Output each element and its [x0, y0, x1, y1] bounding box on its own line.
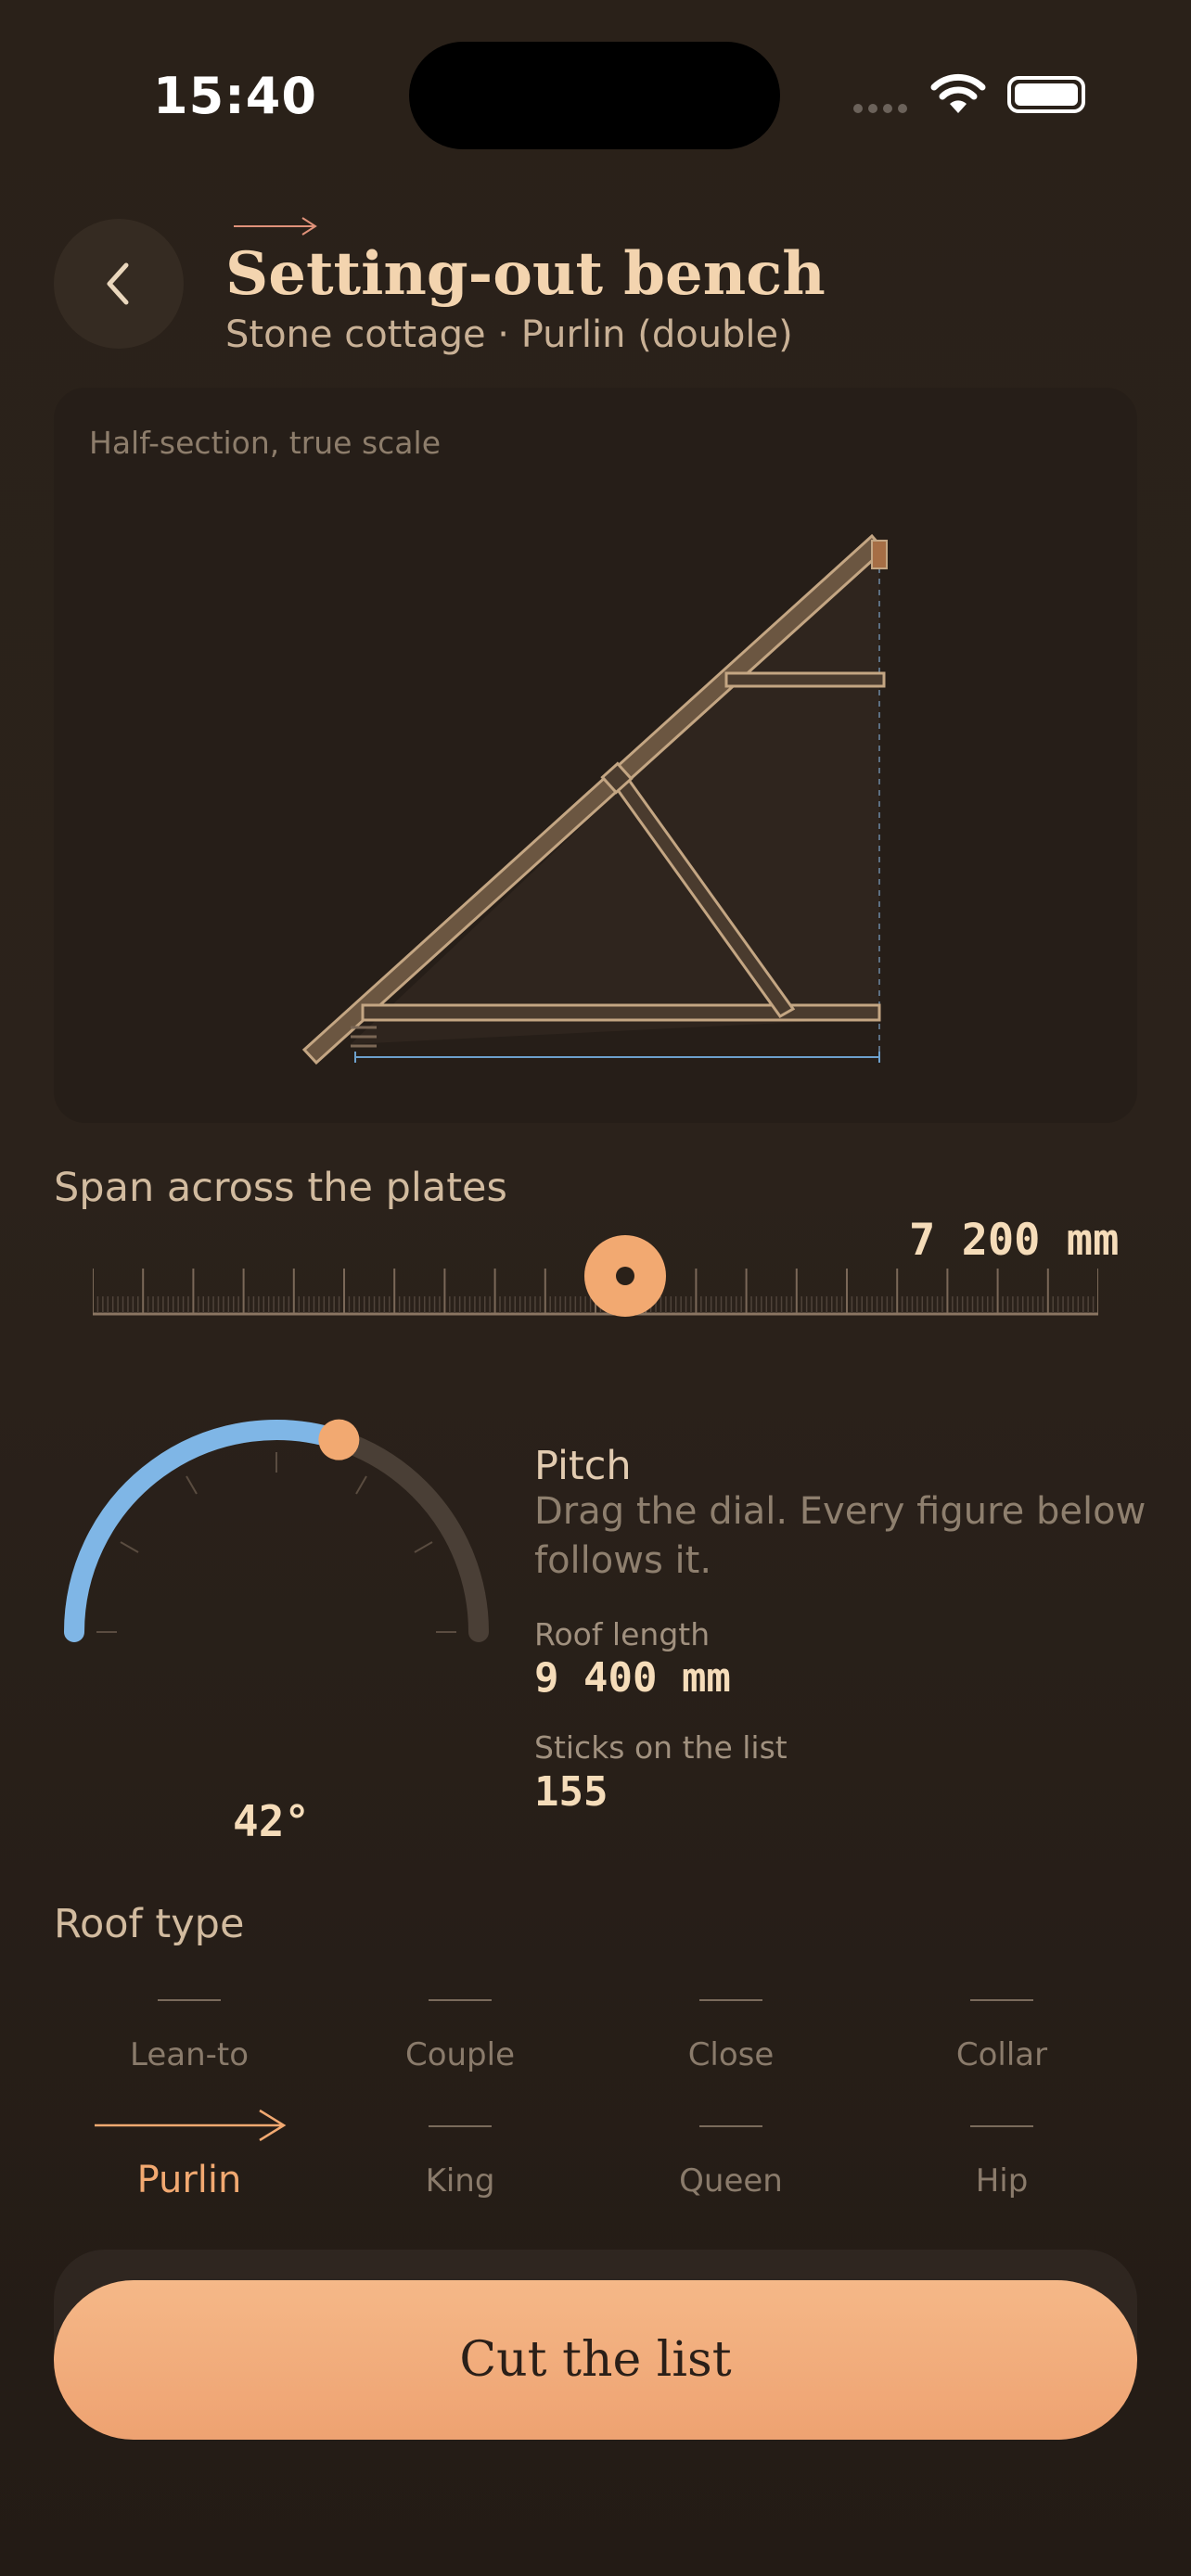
roof-option-label: Queen: [679, 2162, 783, 2200]
battery-nub: [1007, 76, 1085, 113]
cellular-signal-icon: [853, 104, 907, 113]
roof-option-collar[interactable]: Collar: [866, 1999, 1137, 2073]
page-subtitle: Stone cottage · Purlin (double): [225, 313, 793, 356]
roof-option-label: Purlin: [136, 2159, 242, 2201]
roof-option-label: King: [425, 2162, 495, 2200]
status-time: 15:40: [153, 67, 317, 125]
span-slider-knob[interactable]: [584, 1235, 666, 1317]
roof-option-queen[interactable]: Queen: [596, 2125, 866, 2200]
wifi-icon: [930, 73, 986, 113]
roof-option-king[interactable]: King: [325, 2125, 596, 2200]
roof-option-close[interactable]: Close: [596, 1999, 866, 2073]
arrow-right-icon: [234, 217, 317, 236]
sticks-value: 155: [534, 1768, 608, 1816]
roof-type-label: Roof type: [54, 1901, 245, 1947]
roof-length-label: Roof length: [534, 1616, 711, 1652]
cut-list-button-label: Cut the list: [459, 2332, 732, 2388]
sticks-label: Sticks on the list: [534, 1729, 788, 1766]
roof-option-label: Collar: [955, 2036, 1048, 2073]
roof-half-section-drawing: [301, 533, 888, 1065]
chevron-left-icon: [107, 262, 129, 305]
dial-tick: [414, 1541, 433, 1553]
roof-option-label: Close: [687, 2036, 775, 2073]
roof-option-couple[interactable]: Couple: [325, 1999, 596, 2073]
dial-active-arc: [64, 1420, 350, 1642]
dial-tick: [120, 1541, 139, 1553]
dial-tick: [186, 1475, 198, 1495]
span-label: Span across the plates: [54, 1165, 507, 1211]
roof-option-lean-to[interactable]: Lean-to: [54, 1999, 325, 2073]
cut-list-button[interactable]: Cut the list: [54, 2280, 1137, 2440]
page-title: Setting-out bench: [225, 239, 826, 309]
arrow-right-icon: [95, 2109, 287, 2142]
back-button[interactable]: [54, 219, 184, 349]
roof-option-purlin[interactable]: Purlin: [54, 2109, 325, 2201]
roof-option-label: Hip: [975, 2162, 1029, 2200]
roof-option-hip[interactable]: Hip: [866, 2125, 1137, 2200]
dial-handle: [318, 1419, 360, 1460]
span-value: 7 200 mm: [909, 1215, 1120, 1266]
dynamic-island: [409, 42, 780, 149]
collar-tie: [724, 671, 886, 688]
pitch-title: Pitch: [534, 1443, 632, 1489]
tie-beam: [361, 1003, 881, 1022]
roof-option-label: Couple: [404, 2036, 516, 2073]
ridge-block: [871, 540, 888, 569]
dial-tick: [355, 1475, 367, 1495]
pitch-degrees: 42°: [233, 1796, 311, 1846]
roof-length-value: 9 400 mm: [534, 1654, 731, 1702]
pitch-dial[interactable]: [37, 1391, 501, 1669]
pitch-description: Drag the dial. Every figure below follow…: [534, 1490, 1146, 1582]
roof-option-label: Lean-to: [129, 2036, 250, 2073]
